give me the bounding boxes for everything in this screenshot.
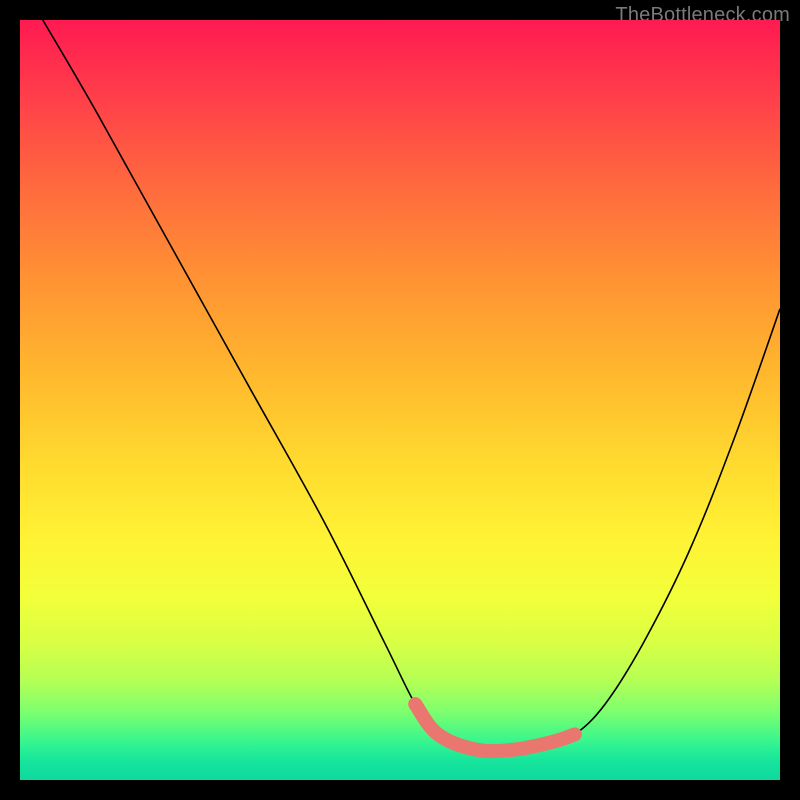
bottleneck-curve — [43, 20, 780, 751]
optimal-zone-highlight — [415, 704, 575, 751]
chart-frame: TheBottleneck.com — [0, 0, 800, 800]
plot-area — [20, 20, 780, 780]
curve-svg — [20, 20, 780, 780]
